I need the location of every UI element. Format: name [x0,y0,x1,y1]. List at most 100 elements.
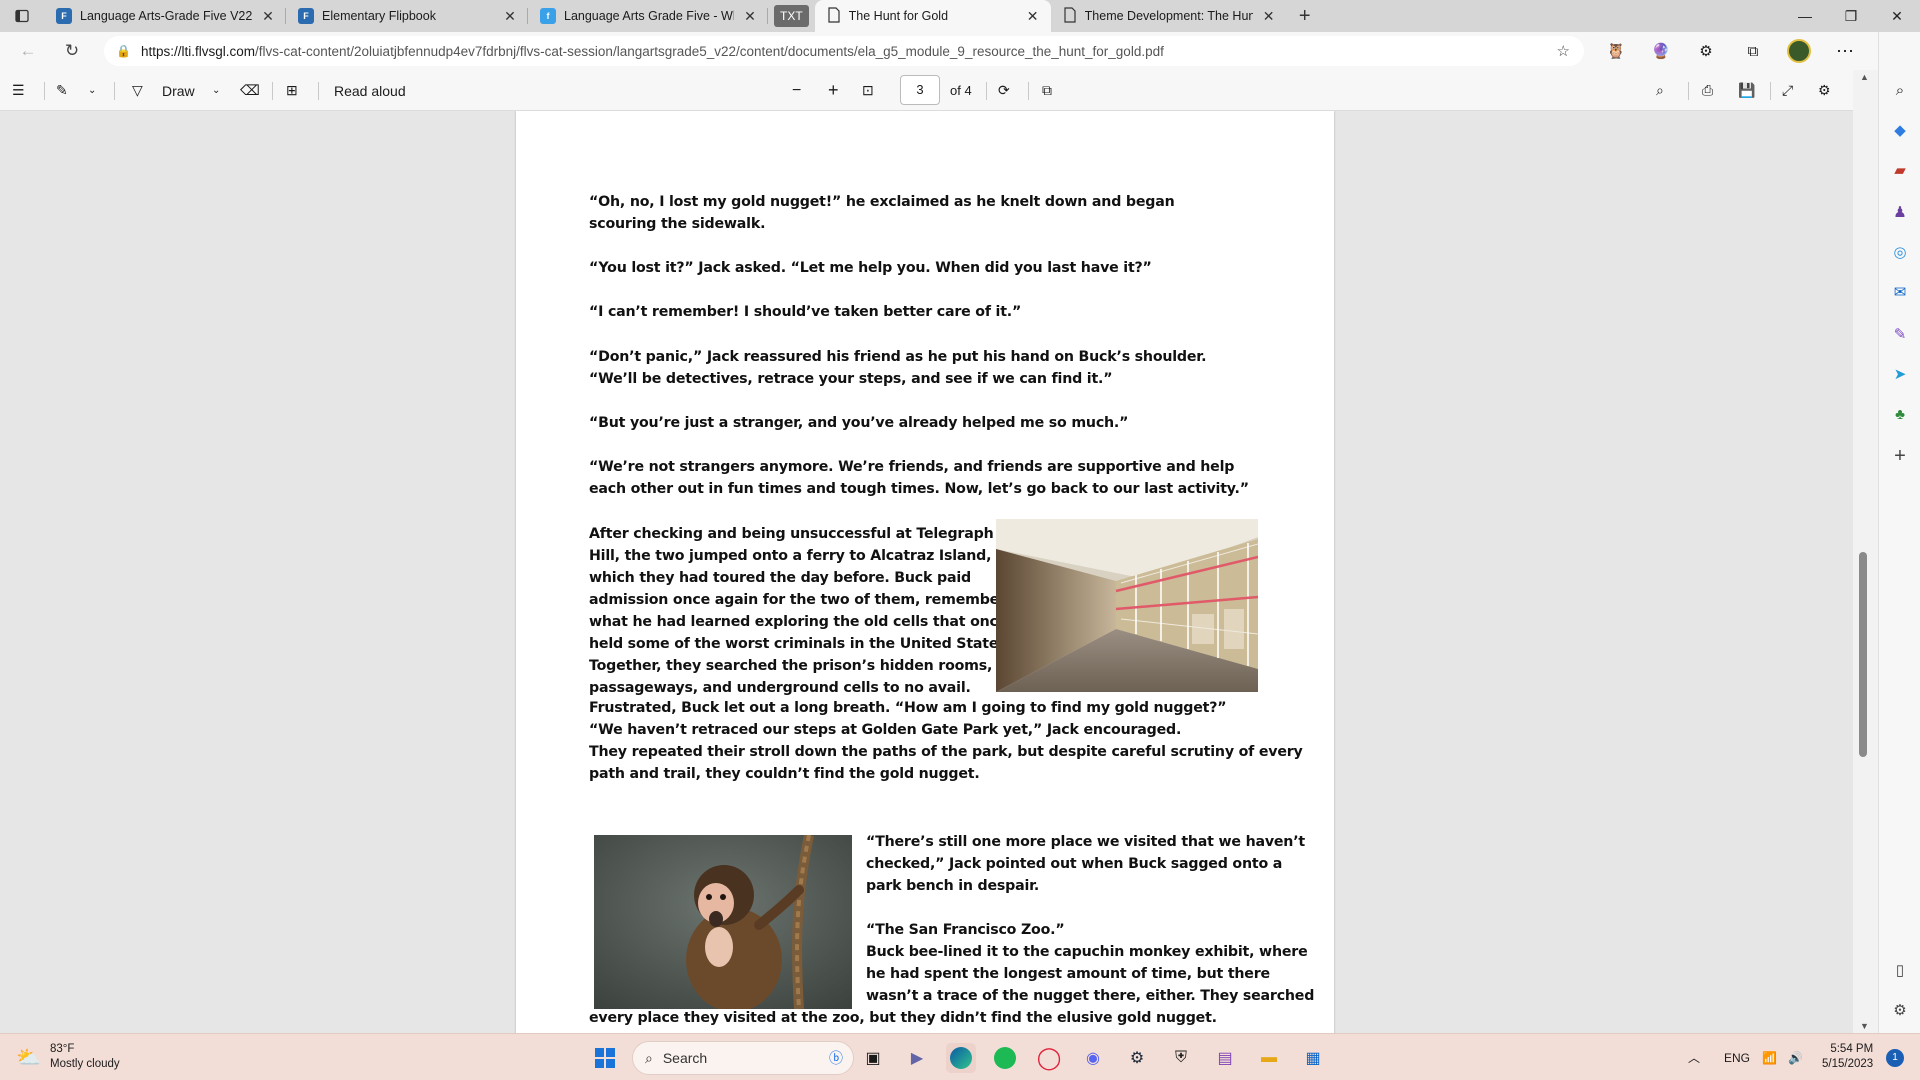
settings-gear-icon[interactable]: ⚙ [1818,70,1831,111]
wifi-icon[interactable]: 📶 [1762,1034,1777,1080]
park-paragraph: Frustrated, Buck let out a long breath. … [589,697,1309,785]
clock[interactable]: 5:54 PM 5/15/2023 [1822,1042,1873,1072]
games-chess-icon[interactable]: ♟ [1888,200,1912,224]
add-text-icon[interactable]: ⊞ [286,70,298,111]
close-window-button[interactable]: ✕ [1874,0,1920,32]
extension-icon[interactable]: 🔮 [1645,35,1677,67]
draw-button[interactable]: Draw [162,70,195,111]
taskbar-search-input[interactable]: ⌕ Search ⓑ [632,1041,854,1075]
tab-the-hunt-for-gold[interactable]: The Hunt for Gold ✕ [814,0,1051,32]
weather-widget[interactable]: 83°F Mostly cloudy [50,1042,120,1072]
close-tab-icon[interactable]: ✕ [1025,8,1041,25]
scroll-up-icon[interactable]: ▲ [1860,72,1869,82]
close-tab-icon[interactable]: ✕ [1261,8,1277,25]
toolbar-divider [114,82,115,100]
windows-start-icon[interactable] [590,1043,620,1073]
paragraph-2: “You lost it?” Jack asked. “Let me help … [589,260,1152,276]
vertical-scrollbar[interactable]: ▲ ▼ [1853,70,1878,1033]
text-line: held some of the worst criminals in the … [589,636,1012,652]
erase-icon[interactable]: ⌫ [240,70,260,111]
spotify-icon[interactable] [990,1043,1020,1073]
tab-theme-development[interactable]: Theme Development: The Hunt f ✕ [1051,0,1287,32]
language-indicator[interactable]: ENG [1724,1034,1750,1080]
favorite-star-icon[interactable]: ☆ [1557,42,1570,60]
new-tab-button[interactable]: + [1287,0,1323,32]
text-line: admission once again for the two of them… [589,592,1031,608]
notification-badge[interactable]: 1 [1886,1049,1904,1067]
table-of-contents-icon[interactable]: ☰ [12,70,25,111]
hide-sidebar-icon[interactable]: ▯ [1888,958,1912,982]
bing-icon: ⓑ [829,1050,843,1066]
outlook-icon[interactable]: ✉ [1888,280,1912,304]
opera-icon[interactable]: ◯ [1034,1043,1064,1073]
microsoft-365-icon[interactable]: ◎ [1888,240,1912,264]
microsoft-store-icon[interactable]: ▦ [1298,1043,1328,1073]
extension-puzzle-icon[interactable]: 🦉 [1600,35,1632,67]
sidebar-settings-gear-icon[interactable]: ⚙ [1888,998,1912,1022]
tab-title: Language Arts Grade Five - What [564,9,734,23]
text-line: he had spent the longest amount of time,… [866,966,1270,982]
read-aloud-button[interactable]: Read aloud [334,70,406,111]
toolbar-divider [1770,82,1771,100]
tab-language-arts-v22[interactable]: F Language Arts-Grade Five V22 ( ✕ [44,0,286,32]
profile-avatar[interactable] [1783,35,1815,67]
paragraph-1: “Oh, no, I lost my gold nugget!” he excl… [589,194,1175,232]
draw-icon[interactable]: ▽ [132,70,143,111]
close-tab-icon[interactable]: ✕ [742,8,758,25]
shield-app-icon[interactable]: ⛨ [1166,1043,1196,1073]
zoom-out-icon[interactable]: − [792,70,801,111]
add-sidebar-app-icon[interactable]: + [1888,444,1912,468]
search-icon[interactable]: ⌕ [1888,78,1912,102]
search-icon[interactable]: ⌕ [1656,70,1664,111]
highlight-icon[interactable]: ✎ [56,70,68,111]
page-view-icon[interactable]: ⧉ [1042,70,1052,111]
tab-title: Language Arts-Grade Five V22 ( [80,9,252,23]
scrollbar-thumb[interactable] [1859,552,1867,757]
discord-icon[interactable]: ◉ [1078,1043,1108,1073]
close-tab-icon[interactable]: ✕ [502,8,518,25]
designer-icon[interactable]: ✎ [1888,322,1912,346]
tools-briefcase-icon[interactable]: ▰ [1888,158,1912,182]
page-number-input[interactable]: 3 [900,75,940,105]
shopping-tag-icon[interactable]: ◆ [1888,118,1912,142]
zoom-in-icon[interactable]: + [828,70,839,111]
tab-language-arts-what[interactable]: f Language Arts Grade Five - What ✕ [528,0,768,32]
pdf-viewer[interactable]: “Oh, no, I lost my gold nugget!” he excl… [0,111,1878,1033]
txt-tab[interactable]: TXT [774,5,809,27]
tab-elementary-flipbook[interactable]: F Elementary Flipbook ✕ [286,0,528,32]
collections-icon[interactable]: ⧉ [1737,35,1769,67]
refresh-button[interactable]: ↻ [54,35,90,67]
scroll-down-icon[interactable]: ▼ [1860,1021,1869,1031]
url-field[interactable]: 🔒 https://lti.flvsgl.com/flvs-cat-conten… [104,36,1584,66]
fit-to-page-icon[interactable]: ⊡ [862,70,874,111]
volume-icon[interactable]: 🔊 [1788,1034,1803,1080]
draw-dropdown-chevron-icon[interactable]: ⌄ [212,70,220,111]
task-view-icon[interactable]: ▣ [858,1043,888,1073]
text-line: passageways, and underground cells to no… [589,680,971,696]
minimize-button[interactable]: — [1782,0,1828,32]
file-explorer-icon[interactable]: ▬ [1254,1043,1284,1073]
save-icon[interactable]: 💾 [1738,70,1755,111]
print-icon[interactable]: ⎙ [1702,70,1713,111]
tab-title: Elementary Flipbook [322,9,436,23]
show-hidden-icons-chevron-icon[interactable]: ︿ [1688,1034,1700,1080]
twitch-like-app-icon[interactable]: ▤ [1210,1043,1240,1073]
paragraph-5: “But you’re just a stranger, and you’ve … [589,415,1129,431]
weather-cloud-icon[interactable]: ⛅ [16,1045,41,1070]
steam-icon[interactable]: ⚙ [1122,1043,1152,1073]
highlight-dropdown-chevron-icon[interactable]: ⌄ [88,70,96,111]
tree-icon[interactable]: ♣ [1888,402,1912,426]
edge-browser-icon[interactable] [946,1043,976,1073]
flvs-favicon-icon: F [298,8,314,24]
drop-icon[interactable]: ➤ [1888,362,1912,386]
more-options-icon[interactable]: ⋯ [1829,35,1861,67]
rotate-icon[interactable]: ⟳ [998,70,1010,111]
tab-actions-menu[interactable] [0,0,44,32]
text-line: path and trail, they couldn’t find the g… [589,766,980,782]
extensions-icon[interactable]: ⚙ [1690,35,1722,67]
teams-chat-icon[interactable]: ▶ [902,1043,932,1073]
close-tab-icon[interactable]: ✕ [260,8,276,25]
fullscreen-icon[interactable]: ⤢ [1782,70,1793,111]
back-button[interactable]: ← [10,35,46,67]
restore-button[interactable]: ❐ [1828,0,1874,32]
